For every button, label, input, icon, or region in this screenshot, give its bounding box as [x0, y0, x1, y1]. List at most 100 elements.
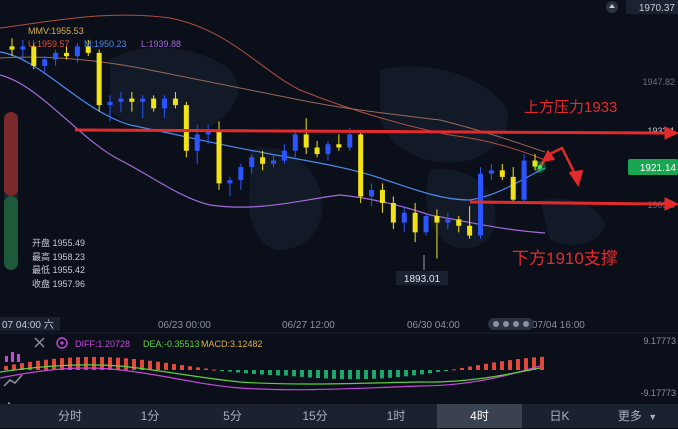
candle-body — [96, 52, 102, 106]
macd-bar — [500, 361, 504, 370]
macd-bar — [436, 370, 440, 372]
up-arrow-icon[interactable] — [606, 1, 618, 13]
macd-bar — [164, 362, 168, 370]
macd-bar — [364, 370, 368, 380]
left-scale-slider[interactable] — [4, 112, 18, 270]
macd-bar — [260, 370, 264, 375]
macd-bar — [220, 370, 224, 371]
macd-top-label: 9.17773 — [643, 336, 676, 346]
macd-bar — [492, 362, 496, 370]
time-label-3: 06/30 04:00 — [407, 320, 460, 331]
macd-bar — [212, 369, 216, 371]
candle-body — [151, 98, 157, 109]
candle-body — [358, 134, 364, 197]
macd-bar — [172, 363, 176, 370]
macd-bar — [236, 370, 240, 373]
macd-bar — [300, 370, 304, 377]
tf-tab-more[interactable]: 更多 ▼ — [597, 404, 678, 428]
macd-bar — [412, 370, 416, 376]
candle-body — [238, 167, 244, 181]
macd-bar — [452, 369, 456, 371]
price-1947-label: 1947.82 — [642, 77, 675, 87]
macd-dea-label: DEA:-0.35513 — [143, 339, 200, 349]
scroll-dots[interactable] — [488, 318, 534, 330]
candle-body — [445, 219, 451, 223]
trend-indicator-icon[interactable] — [2, 372, 24, 390]
tf-tab-1h[interactable]: 1时 — [355, 404, 437, 428]
macd-bar — [460, 367, 464, 370]
macd-bar — [268, 370, 272, 376]
macd-bar — [420, 370, 424, 375]
candle-body — [325, 144, 331, 155]
candle-body — [162, 98, 168, 109]
candle-body — [107, 101, 113, 106]
current-price-label: 1921.14 — [640, 163, 677, 174]
macd-bar — [116, 357, 120, 370]
macd-bar — [148, 360, 152, 370]
macd-bar — [524, 358, 528, 370]
macd-bar — [476, 365, 480, 370]
tf-tab-5min[interactable]: 5分 — [190, 404, 275, 428]
candle-body — [423, 216, 429, 233]
upper-band-label: U:1959.57 — [28, 39, 70, 49]
tf-tab-4h[interactable]: 4时 — [437, 404, 522, 428]
candle-body — [292, 134, 298, 151]
tf-tab-day[interactable]: 日K — [522, 404, 597, 428]
macd-bar — [508, 360, 512, 370]
candle-body — [467, 225, 473, 236]
settings-icon[interactable] — [56, 337, 68, 349]
candle-body — [194, 134, 200, 151]
candle-body — [347, 134, 353, 148]
price-chart[interactable]: 1970.37 1947.82 1933.1 1909.0 — [0, 0, 678, 428]
macd-value-label: MACD:3.12482 — [201, 339, 263, 349]
macd-bar — [324, 370, 328, 379]
macd-bar — [44, 359, 48, 370]
macd-indicator-icon[interactable] — [2, 348, 24, 366]
candle-body — [478, 173, 484, 236]
macd-bar — [60, 358, 64, 370]
macd-bar — [292, 370, 296, 377]
ohlc-low: 最低 1955.42 — [32, 264, 85, 275]
candle-body — [401, 212, 407, 223]
lower-band-label: L:1939.88 — [141, 39, 181, 49]
candle-body — [129, 98, 135, 102]
close-icon[interactable] — [34, 337, 45, 348]
candle-body — [9, 46, 15, 50]
candle-body — [488, 170, 494, 174]
candle-body — [20, 46, 26, 50]
time-label-2: 06/27 12:00 — [282, 320, 335, 331]
candle-body — [31, 46, 37, 66]
candle-body — [369, 189, 375, 197]
candle-body — [314, 147, 320, 155]
macd-bottom-label: -9.17773 — [640, 388, 676, 398]
tf-tab-fenshi[interactable]: 分时 — [30, 404, 110, 428]
tf-tab-1min[interactable]: 1分 — [110, 404, 190, 428]
tf-tab-15min[interactable]: 15分 — [275, 404, 355, 428]
candle-body — [118, 98, 124, 102]
candle-body — [260, 157, 266, 164]
candle-body — [521, 160, 527, 200]
macd-bar — [332, 370, 336, 379]
candle-body — [74, 46, 80, 57]
macd-bar — [404, 370, 408, 377]
macd-bar — [124, 358, 128, 370]
tf-more-label: 更多 — [617, 409, 642, 423]
timeframe-bar: 分时 1分 5分 15分 1时 4时 日K 更多 ▼ — [0, 404, 678, 428]
candle-body — [434, 216, 440, 223]
candle-body — [140, 98, 146, 102]
time-label-1: 06/23 00:00 — [158, 320, 211, 331]
macd-bar — [444, 370, 448, 371]
macd-bar — [516, 359, 520, 370]
macd-bar — [316, 370, 320, 379]
macd-panel: DIFF:1.20728 DEA:-0.35513 MACD:3.12482 9… — [0, 336, 676, 398]
macd-bar — [484, 363, 488, 370]
macd-bar — [4, 365, 8, 370]
macd-bar — [156, 361, 160, 370]
macd-bar — [36, 360, 40, 370]
candle-body — [499, 170, 505, 177]
macd-bar — [188, 366, 192, 370]
top-price-label: 1970.37 — [639, 3, 676, 14]
candle-body — [216, 131, 222, 184]
time-label-4: 07/04 16:00 — [532, 320, 585, 331]
mmv-label: MMV:1955.53 — [28, 26, 84, 36]
